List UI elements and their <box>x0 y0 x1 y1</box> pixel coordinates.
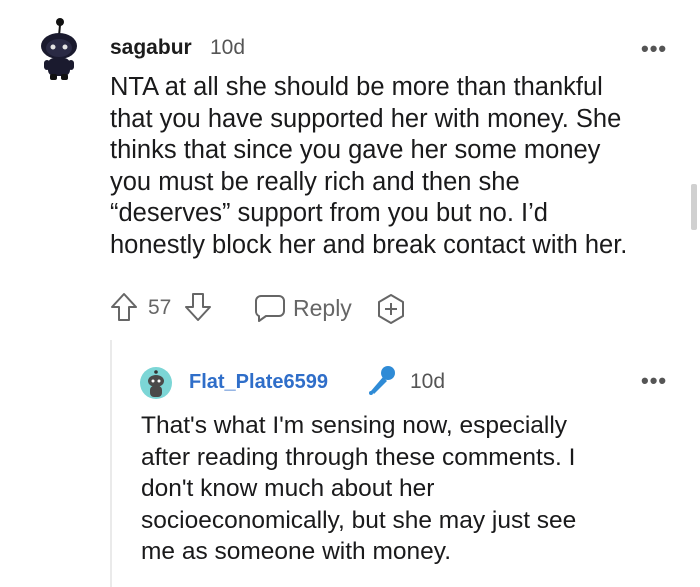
avatar-flat-plate6599[interactable] <box>140 367 172 399</box>
arrow-down-icon <box>185 293 211 321</box>
award-button[interactable] <box>375 293 407 325</box>
comment-more-button[interactable]: ••• <box>641 36 667 62</box>
thread-line[interactable] <box>110 340 112 587</box>
reply-button[interactable]: Reply <box>254 293 352 323</box>
comment-age: 10d <box>210 36 246 59</box>
reply-line: me as someone with money. <box>141 538 452 565</box>
reply-label: Reply <box>293 294 352 321</box>
speech-bubble-icon <box>255 295 285 322</box>
comment-username[interactable]: sagabur <box>110 36 192 60</box>
comment-line: “deserves” support from you but no. I’d <box>110 199 548 227</box>
comment-line: NTA at all she should be more than thank… <box>110 73 603 101</box>
snoo-avatar-icon <box>41 18 77 80</box>
snoo-avatar-icon <box>140 367 172 399</box>
avatar-sagabur[interactable] <box>34 14 84 82</box>
reply-username[interactable]: Flat_Plate6599 <box>189 371 328 394</box>
reply-line: That's what I'm sensing now, especially <box>141 412 568 439</box>
reply-line: after reading through these comments. I <box>141 443 576 471</box>
arrow-up-icon <box>111 293 137 321</box>
downvote-button[interactable] <box>184 292 212 322</box>
scrollbar-thumb[interactable] <box>691 184 697 230</box>
reply-line: socioeconomically, but she may just see <box>141 506 577 534</box>
reply-flair <box>365 364 397 403</box>
reply-age: 10d <box>410 370 446 393</box>
comment-line: honestly block her and break contact wit… <box>110 230 628 259</box>
comment-body: NTA at all she should be more than thank… <box>110 72 690 261</box>
comment-line: you must be really rich and then she <box>110 167 520 196</box>
award-plus-icon <box>378 294 404 324</box>
reply-more-button[interactable]: ••• <box>641 368 667 394</box>
microphone-icon <box>369 366 395 395</box>
reply-line: don't know much about her <box>141 475 435 502</box>
upvote-button[interactable] <box>110 292 138 322</box>
comment-line: that you have supported her with money. … <box>110 104 622 133</box>
vote-score: 57 <box>148 296 172 319</box>
reply-body: That's what I'm sensing now, especially … <box>141 410 691 568</box>
comment-line: thinks that since you gave her some mone… <box>110 136 601 164</box>
